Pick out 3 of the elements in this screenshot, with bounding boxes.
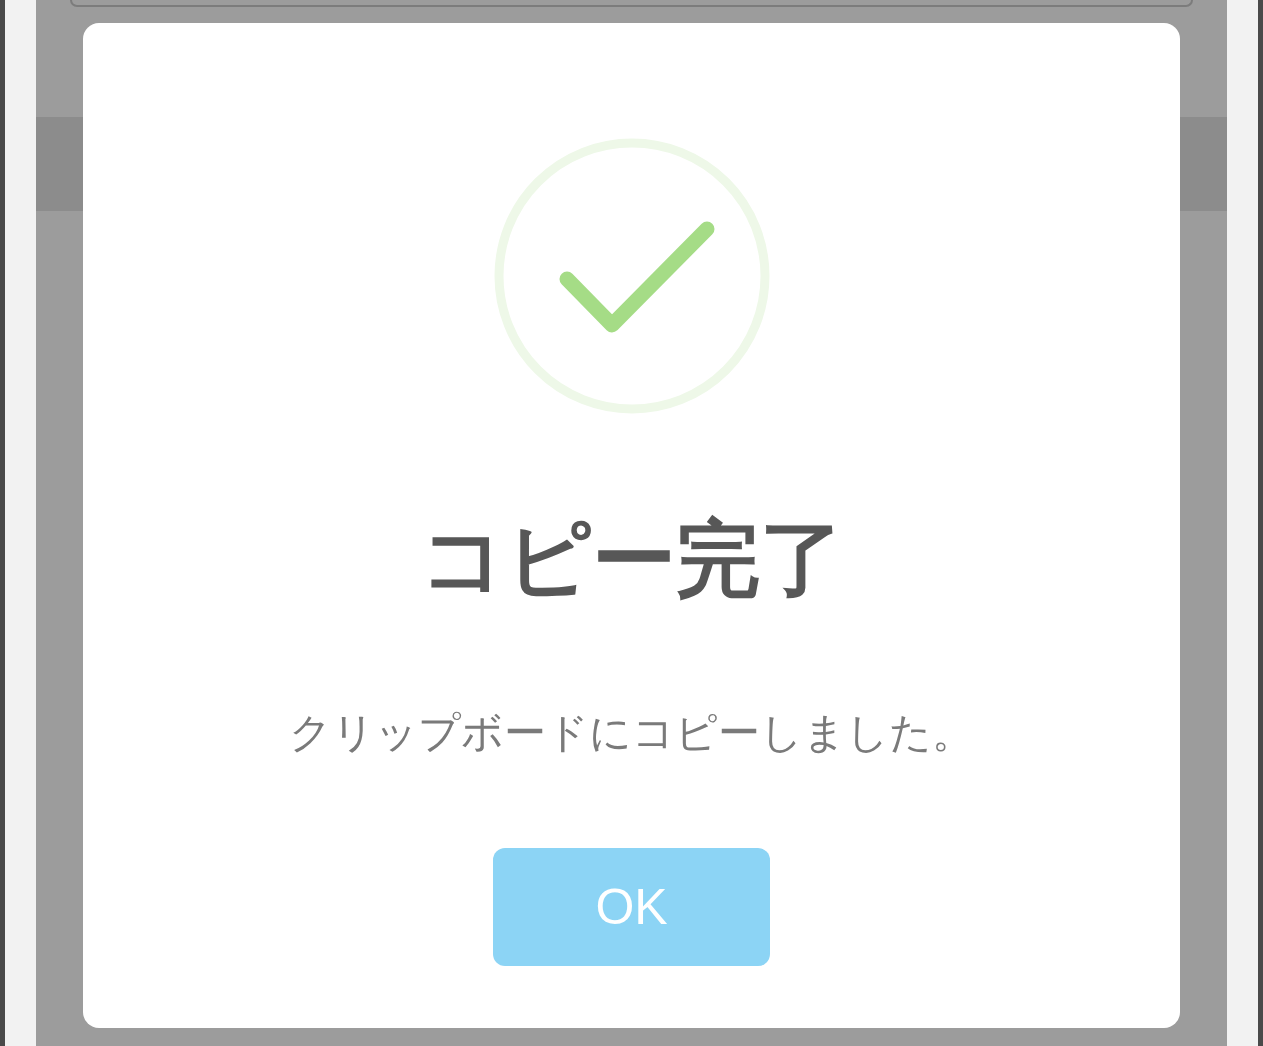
ok-button[interactable]: OK <box>493 848 770 967</box>
dialog-title: コピー完了 <box>419 509 844 610</box>
dialog-message: クリップボードにコピーしました。 <box>289 707 974 759</box>
